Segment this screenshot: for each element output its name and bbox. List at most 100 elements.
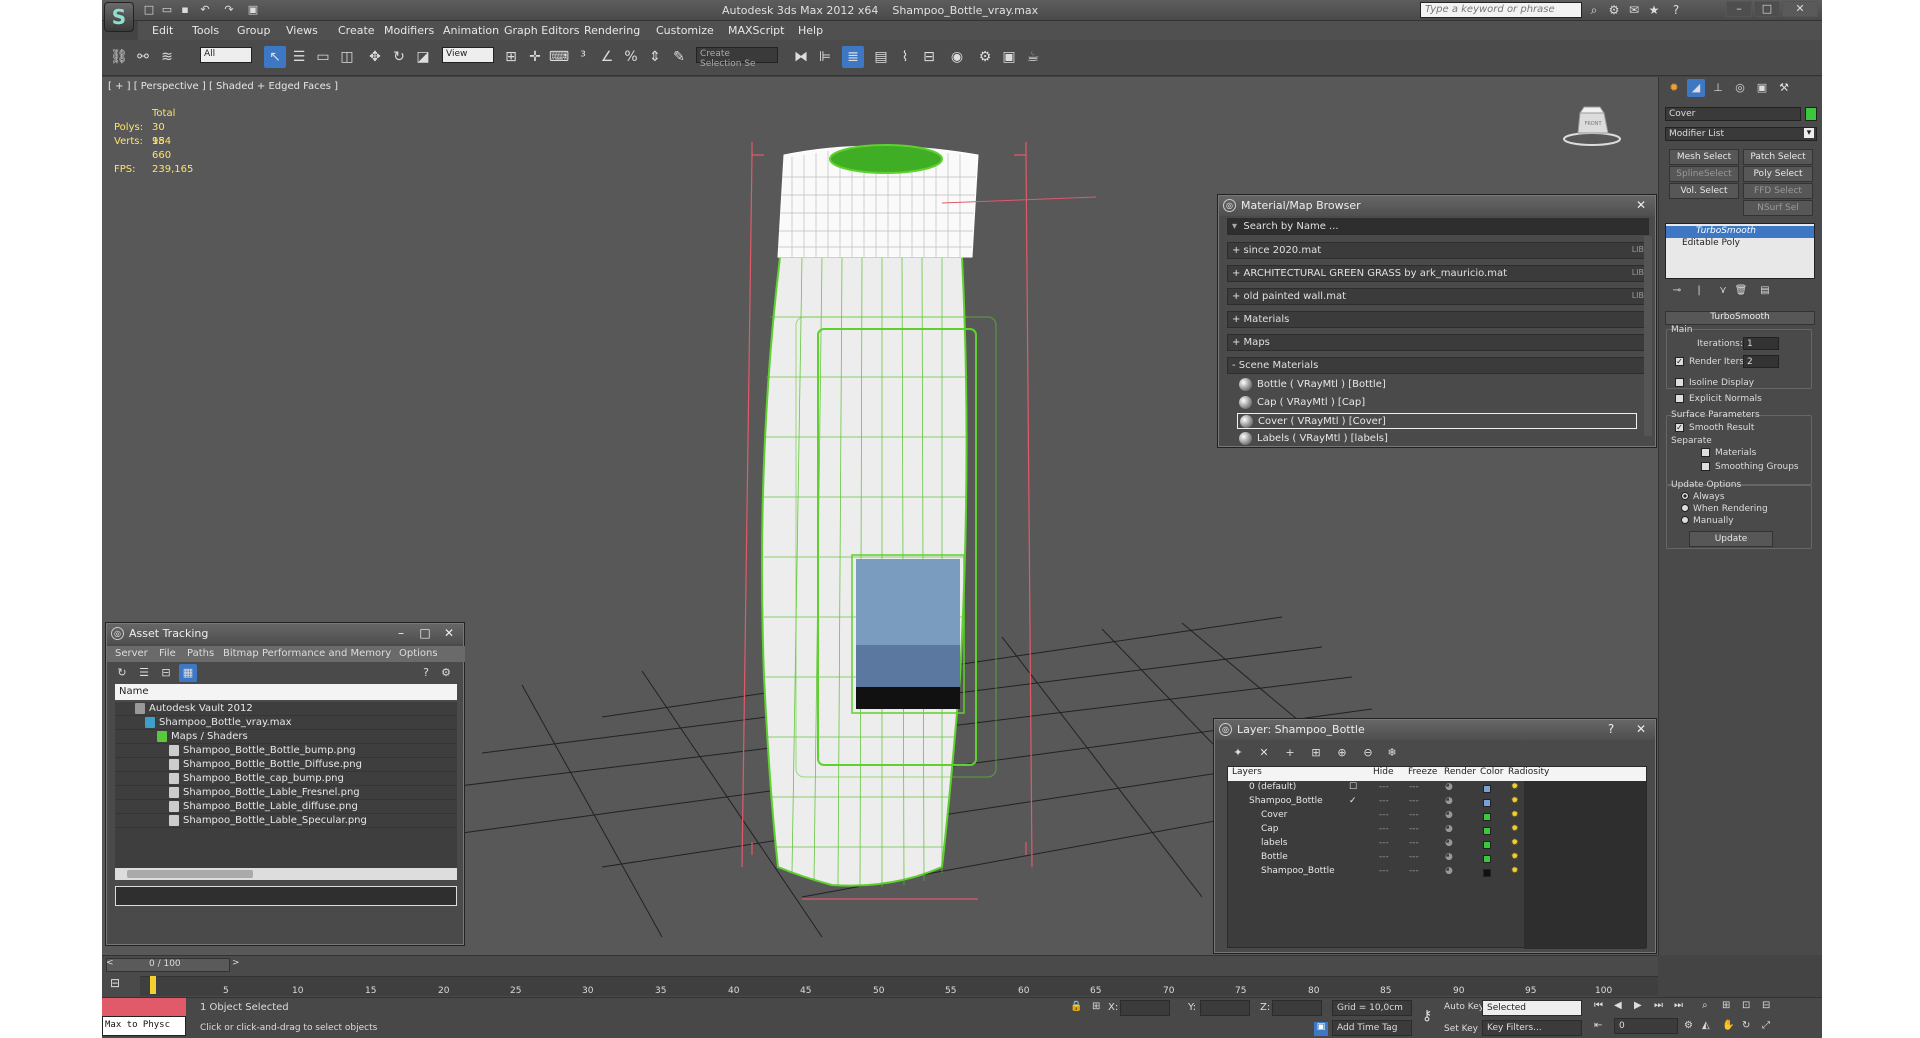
add-to-layer-icon[interactable]: + bbox=[1281, 744, 1299, 762]
communication-icon[interactable]: ✉ bbox=[1626, 2, 1642, 18]
x-coordinate-field[interactable] bbox=[1120, 1000, 1170, 1016]
curve-editor-icon[interactable]: ⌇ bbox=[894, 46, 916, 68]
scale-icon[interactable]: ◪ bbox=[412, 46, 434, 68]
layer-color-swatch[interactable] bbox=[1483, 799, 1491, 807]
set-key-button[interactable]: Set Key bbox=[1444, 1024, 1478, 1034]
open-icon[interactable]: ▭ bbox=[160, 3, 174, 17]
object-name-field[interactable]: Cover bbox=[1665, 107, 1801, 121]
zoom-icon[interactable]: ⌕ bbox=[1702, 1000, 1708, 1011]
named-selection-icon[interactable]: ✎ bbox=[668, 46, 690, 68]
layer-row[interactable]: Cover --- --- ◕ ✹ bbox=[1229, 810, 1569, 824]
asset-row-file[interactable]: Shampoo_Bottle_Lable_Specular.png bbox=[115, 814, 457, 828]
menu-rendering[interactable]: Rendering bbox=[584, 24, 640, 37]
layer-row[interactable]: Shampoo_Bottle --- --- ◕ ✹ bbox=[1229, 866, 1569, 880]
app-logo[interactable]: S bbox=[104, 2, 134, 32]
percent-snap-icon[interactable]: % bbox=[620, 46, 642, 68]
spline-select-button[interactable]: SplineSelect bbox=[1669, 166, 1739, 182]
freeze-column-header[interactable]: Freeze bbox=[1408, 767, 1437, 777]
layer-color-swatch[interactable] bbox=[1483, 785, 1491, 793]
pivot-center-icon[interactable]: ⊞ bbox=[500, 46, 522, 68]
render-setup-icon[interactable]: ⚙ bbox=[974, 46, 996, 68]
layer-color-swatch[interactable] bbox=[1483, 869, 1491, 877]
material-group-1[interactable]: + ARCHITECTURAL GREEN GRASS by ark_mauri… bbox=[1227, 265, 1649, 282]
pan-icon[interactable]: ✋ bbox=[1722, 1020, 1734, 1031]
asset-row-file[interactable]: Shampoo_Bottle_Bottle_bump.png bbox=[115, 744, 457, 758]
time-slider[interactable]: 0 / 100 bbox=[106, 958, 230, 972]
perspective-viewport[interactable]: [ + ] [ Perspective ] [ Shaded + Edged F… bbox=[102, 77, 1658, 955]
layer-color-swatch[interactable] bbox=[1483, 827, 1491, 835]
scrollbar-thumb[interactable] bbox=[127, 870, 253, 878]
asset-menu-bitmap-performance[interactable]: Bitmap Performance and Memory bbox=[223, 648, 391, 659]
material-item-bottle[interactable]: Bottle ( VRayMtl ) [Bottle] bbox=[1237, 377, 1637, 393]
select-by-name-icon[interactable]: ☰ bbox=[288, 46, 310, 68]
configure-sets-icon[interactable]: ▤ bbox=[1757, 283, 1773, 299]
project-folder-icon[interactable]: ▣ bbox=[246, 3, 260, 17]
asset-name-column-header[interactable]: Name bbox=[115, 684, 457, 700]
material-group-2[interactable]: + old painted wall.mat LIB bbox=[1227, 288, 1649, 305]
asset-tracking-maximize-button[interactable]: □ bbox=[415, 626, 435, 642]
zoom-extents-icon[interactable]: ⊡ bbox=[1742, 1000, 1750, 1011]
align-icon[interactable]: ⊫ bbox=[814, 46, 836, 68]
vol-select-button[interactable]: Vol. Select bbox=[1669, 183, 1739, 199]
menu-group[interactable]: Group bbox=[237, 24, 271, 37]
maxscript-listener[interactable]: Max to Physc bbox=[102, 1016, 186, 1036]
menu-views[interactable]: Views bbox=[286, 24, 318, 37]
play-icon[interactable]: ▶ bbox=[1634, 1000, 1642, 1011]
patch-select-button[interactable]: Patch Select bbox=[1743, 149, 1813, 165]
subscription-icon[interactable]: ⚙ bbox=[1606, 2, 1622, 18]
menu-animation[interactable]: Animation bbox=[443, 24, 499, 37]
maximize-button[interactable]: □ bbox=[1754, 1, 1780, 17]
reference-coordinate-dropdown[interactable]: View bbox=[442, 47, 494, 63]
angle-snap-icon[interactable]: ∠ bbox=[596, 46, 618, 68]
color-column-header[interactable]: Color bbox=[1480, 767, 1504, 777]
hierarchy-tab-icon[interactable]: ⊥ bbox=[1709, 79, 1727, 97]
radiosity-column-header[interactable]: Radiosity bbox=[1508, 767, 1549, 777]
manually-radio[interactable] bbox=[1681, 516, 1689, 524]
next-frame-arrow-icon[interactable]: > bbox=[232, 958, 240, 968]
window-crossing-icon[interactable]: ◫ bbox=[336, 46, 358, 68]
absolute-mode-icon[interactable]: ⊞ bbox=[1092, 1001, 1100, 1012]
stack-item-turbosmooth[interactable]: TurboSmooth bbox=[1666, 226, 1814, 238]
object-color-swatch[interactable] bbox=[1805, 107, 1817, 121]
unlink-icon[interactable]: ⚯ bbox=[132, 46, 154, 68]
rotate-icon[interactable]: ↻ bbox=[388, 46, 410, 68]
next-frame-icon[interactable]: ⏭ bbox=[1654, 1000, 1663, 1011]
material-editor-icon[interactable]: ◉ bbox=[946, 46, 968, 68]
stack-item-editable-poly[interactable]: Editable Poly bbox=[1666, 238, 1814, 250]
asset-row-maps-shaders[interactable]: Maps / Shaders bbox=[115, 730, 457, 744]
current-frame-marker[interactable] bbox=[150, 976, 156, 994]
asset-menu-paths[interactable]: Paths bbox=[187, 648, 214, 659]
tree-view-icon[interactable]: ⊟ bbox=[157, 664, 175, 682]
key-filters-button[interactable]: Key Filters... bbox=[1482, 1020, 1582, 1036]
menu-modifiers[interactable]: Modifiers bbox=[384, 24, 434, 37]
set-key-icon[interactable]: ⚷ bbox=[1422, 1008, 1432, 1024]
select-manipulate-icon[interactable]: ✛ bbox=[524, 46, 546, 68]
create-layer-icon[interactable]: ✦ bbox=[1229, 744, 1247, 762]
create-tab-icon[interactable]: ✹ bbox=[1665, 79, 1683, 97]
field-of-view-icon[interactable]: ◭ bbox=[1702, 1020, 1710, 1031]
poly-select-button[interactable]: Poly Select bbox=[1743, 166, 1813, 182]
refresh-icon[interactable]: ↻ bbox=[113, 664, 131, 682]
mini-curve-editor-icon[interactable]: ⊟ bbox=[110, 976, 120, 990]
highlight-layer-icon[interactable]: ⊕ bbox=[1333, 744, 1351, 762]
rendered-frame-icon[interactable]: ▣ bbox=[998, 46, 1020, 68]
favorites-icon[interactable]: ★ bbox=[1646, 2, 1662, 18]
asset-list-horizontal-scrollbar[interactable] bbox=[115, 868, 457, 880]
lock-selection-icon[interactable]: 🔒 bbox=[1070, 1001, 1082, 1012]
selection-filter-dropdown[interactable]: All bbox=[200, 47, 252, 63]
layer-row[interactable]: Shampoo_Bottle ✓ --- --- ◕ ✹ bbox=[1229, 796, 1569, 810]
material-group-materials[interactable]: + Materials bbox=[1227, 311, 1649, 328]
update-button[interactable]: Update bbox=[1689, 531, 1773, 547]
save-icon[interactable]: ▪ bbox=[178, 3, 192, 17]
menu-edit[interactable]: Edit bbox=[152, 24, 173, 37]
render-column-header[interactable]: Render bbox=[1444, 767, 1476, 777]
orbit-icon[interactable]: ↻ bbox=[1742, 1020, 1750, 1031]
material-group-0[interactable]: + since 2020.mat LIB bbox=[1227, 242, 1649, 259]
new-icon[interactable]: □ bbox=[142, 3, 156, 17]
menu-create[interactable]: Create bbox=[338, 24, 375, 37]
goto-start-icon[interactable]: ⏮ bbox=[1594, 1000, 1603, 1011]
iterations-spinner[interactable]: 1 bbox=[1743, 337, 1779, 350]
spinner-snap-icon[interactable]: ⇕ bbox=[644, 46, 666, 68]
asset-tracking-minimize-button[interactable]: – bbox=[391, 626, 411, 642]
hide-column-header[interactable]: Hide bbox=[1373, 767, 1394, 777]
